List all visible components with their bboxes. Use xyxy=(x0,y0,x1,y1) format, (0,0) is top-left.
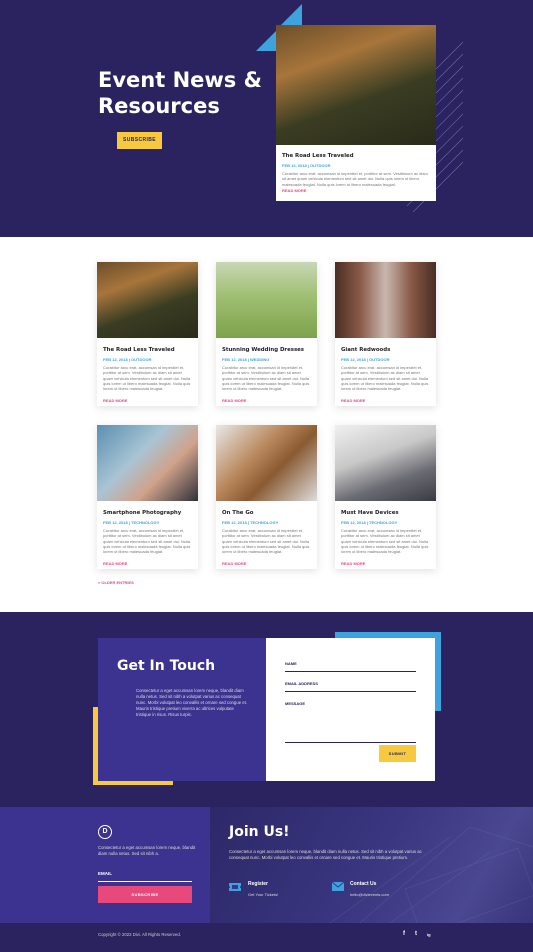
post-meta: FEB 12, 2018 | OUTDOOR xyxy=(282,163,331,168)
divi-logo[interactable]: D xyxy=(98,825,112,839)
email-label: EMAIL xyxy=(98,871,112,876)
post-excerpt: Curabitur arcu erat, accumsan id imperdi… xyxy=(103,528,191,555)
copyright-text: Copyright © 2022 Divi. All Rights Reserv… xyxy=(98,932,181,937)
page-title: Event News & Resources xyxy=(98,68,262,118)
post-excerpt: Curabitur arcu erat, accumsan id imperdi… xyxy=(282,171,428,187)
contact-us-link[interactable]: Contact Us xyxy=(350,881,376,887)
register-subtext: Get Your Tickets! xyxy=(248,892,279,897)
post-card[interactable]: Smartphone Photography FEB 12, 2018 | TE… xyxy=(97,425,198,569)
twitter-icon[interactable]: t xyxy=(415,931,417,937)
post-meta: FEB 12, 2018 | OUTDOOR xyxy=(341,357,390,362)
read-more-link[interactable]: READ MORE xyxy=(222,398,311,403)
submit-button[interactable]: SUBMIT xyxy=(379,745,416,762)
post-title[interactable]: Stunning Wedding Dresses xyxy=(222,347,311,353)
facebook-icon[interactable]: f xyxy=(403,931,405,937)
post-title[interactable]: Smartphone Photography xyxy=(103,510,192,516)
contact-info-panel: Get In Touch Consectetur a eget accumsan… xyxy=(98,638,268,781)
post-meta: FEB 12, 2018 | TECHNOLOGY xyxy=(103,520,160,525)
contact-text: Consectetur a eget accumsan lorem neque,… xyxy=(136,688,248,717)
post-image[interactable] xyxy=(97,425,198,501)
post-card[interactable]: Must Have Devices FEB 12, 2018 | TECHNOL… xyxy=(335,425,436,569)
featured-post-card[interactable]: The Road Less Traveled FEB 12, 2018 | OU… xyxy=(276,25,436,201)
post-excerpt: Curabitur arcu erat, accumsan id imperdi… xyxy=(222,528,310,555)
message-label: MESSAGE xyxy=(285,701,306,706)
post-card[interactable]: On The Go FEB 12, 2018 | TECHNOLOGY Cura… xyxy=(216,425,317,569)
join-title: Join Us! xyxy=(229,824,290,840)
email-field[interactable] xyxy=(285,691,416,692)
post-title[interactable]: Must Have Devices xyxy=(341,510,430,516)
post-excerpt: Curabitur arcu erat, accumsan id imperdi… xyxy=(103,365,191,392)
contact-title: Get In Touch xyxy=(117,658,216,674)
older-entries-link[interactable]: « OLDER ENTRIES xyxy=(98,580,134,585)
post-card[interactable]: Giant Redwoods FEB 12, 2018 | OUTDOOR Cu… xyxy=(335,262,436,406)
read-more-link[interactable]: READ MORE xyxy=(341,398,430,403)
post-image[interactable] xyxy=(97,262,198,338)
post-title[interactable]: The Road Less Traveled xyxy=(103,347,192,353)
join-text: Consectetur a eget accumsan lorem neque,… xyxy=(229,849,422,860)
post-meta: FEB 12, 2018 | TECHNOLOGY xyxy=(341,520,398,525)
newsletter-email-field[interactable] xyxy=(98,881,192,882)
post-meta: FEB 12, 2018 | TECHNOLOGY xyxy=(222,520,279,525)
post-title[interactable]: On The Go xyxy=(222,510,311,516)
register-link[interactable]: Register xyxy=(248,881,268,887)
hero-section: Event News & Resources SUBSCRIBE The Roa… xyxy=(0,0,533,237)
contact-form: NAME EMAIL ADDRESS MESSAGE SUBMIT xyxy=(266,638,435,781)
bottom-bar xyxy=(0,923,533,952)
message-field[interactable] xyxy=(285,742,416,743)
post-image[interactable] xyxy=(335,262,436,338)
read-more-link[interactable]: READ MORE xyxy=(222,561,311,566)
read-more-link[interactable]: READ MORE xyxy=(341,561,430,566)
read-more-link[interactable]: READ MORE xyxy=(282,188,430,193)
decorative-triangle xyxy=(280,4,302,26)
newsletter-text: Consectetur a eget accumsan lorem neque,… xyxy=(98,845,196,856)
newsletter-subscribe-button[interactable]: SUBSCRIBE xyxy=(98,886,192,903)
name-label: NAME xyxy=(285,661,297,666)
ticket-icon xyxy=(229,883,241,891)
post-card[interactable]: Stunning Wedding Dresses FEB 12, 2018 | … xyxy=(216,262,317,406)
email-label: EMAIL ADDRESS xyxy=(285,681,318,686)
post-image[interactable] xyxy=(216,262,317,338)
post-excerpt: Curabitur arcu erat, accumsan id imperdi… xyxy=(222,365,310,392)
envelope-icon xyxy=(332,882,344,891)
read-more-link[interactable]: READ MORE xyxy=(103,398,192,403)
instagram-icon[interactable]: ig xyxy=(427,932,431,937)
post-meta: FEB 12, 2018 | OUTDOOR xyxy=(103,357,152,362)
name-field[interactable] xyxy=(285,671,416,672)
contact-email[interactable]: hello@divievents.com xyxy=(350,892,389,897)
post-image[interactable] xyxy=(216,425,317,501)
post-image[interactable] xyxy=(335,425,436,501)
post-title[interactable]: The Road Less Traveled xyxy=(282,153,430,159)
post-card[interactable]: The Road Less Traveled FEB 12, 2018 | OU… xyxy=(97,262,198,406)
subscribe-button[interactable]: SUBSCRIBE xyxy=(117,132,162,149)
read-more-link[interactable]: READ MORE xyxy=(103,561,192,566)
post-excerpt: Curabitur arcu erat, accumsan id imperdi… xyxy=(341,528,429,555)
post-title[interactable]: Giant Redwoods xyxy=(341,347,430,353)
featured-post-image[interactable] xyxy=(276,25,436,145)
post-meta: FEB 12, 2018 | WEDDING xyxy=(222,357,270,362)
post-excerpt: Curabitur arcu erat, accumsan id imperdi… xyxy=(341,365,429,392)
